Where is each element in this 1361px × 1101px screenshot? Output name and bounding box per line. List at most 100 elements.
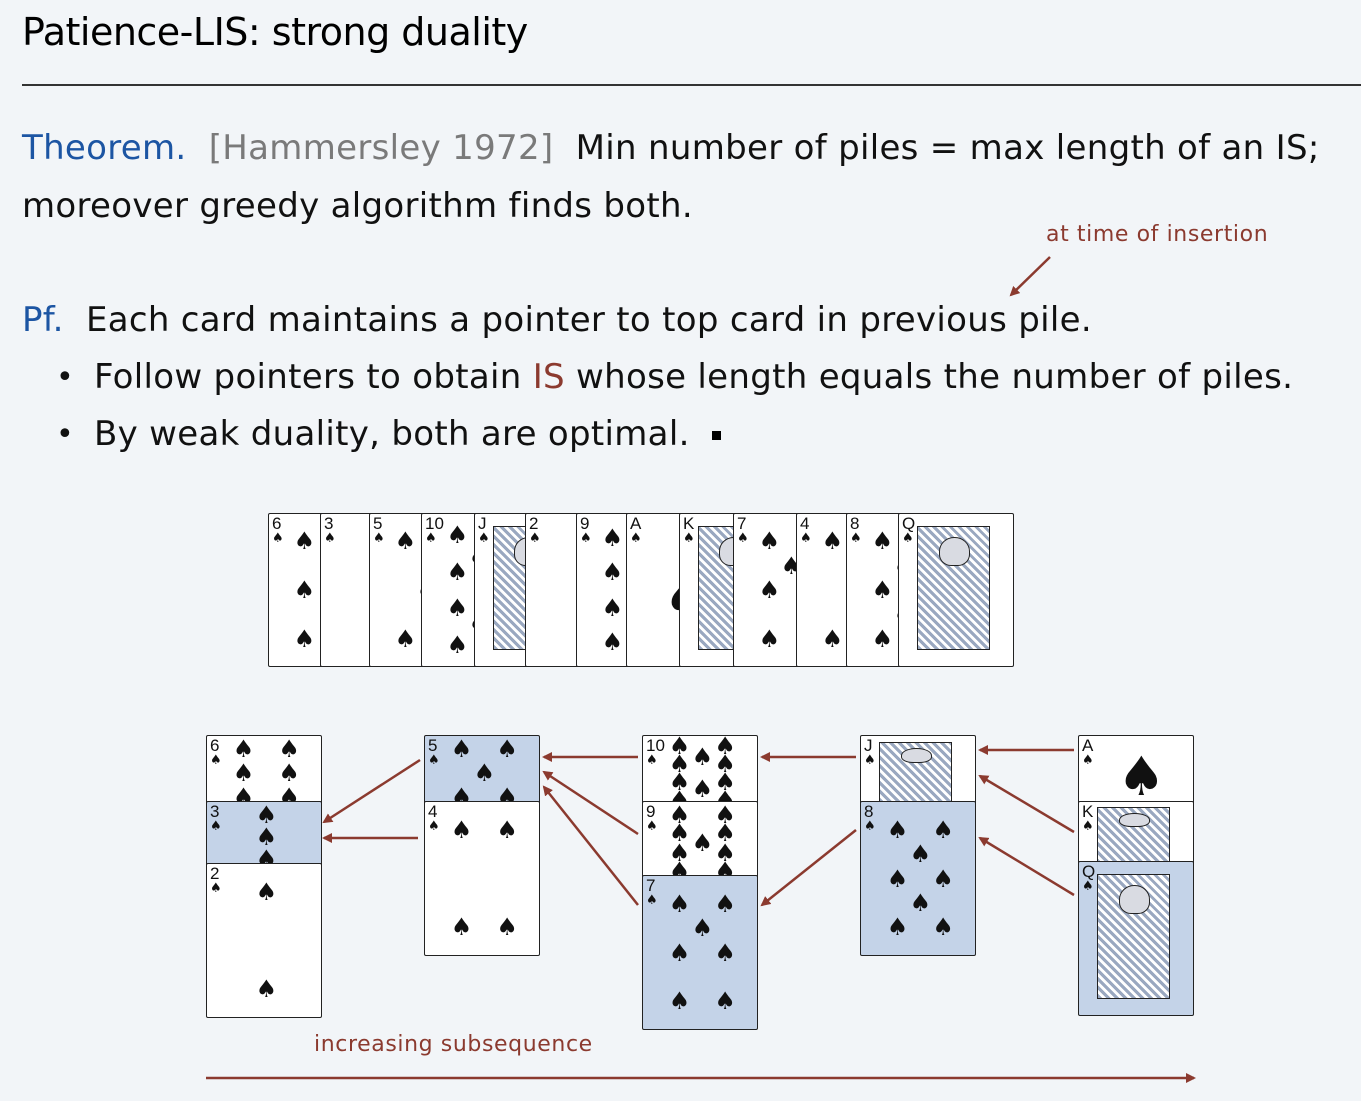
spade-icon: ♠ (871, 527, 894, 556)
spade-icon: ♠ (714, 889, 736, 918)
face-card-art-icon (917, 526, 990, 650)
card-8: 8♠♠♠♠♠♠♠♠♠ (860, 801, 976, 956)
spade-icon: ♠ (210, 819, 222, 834)
card-rank: 3 (210, 802, 220, 821)
card-rank: 8 (864, 802, 874, 821)
spade-icon: ♠ (850, 531, 862, 546)
spade-icon: ♠ (932, 864, 954, 893)
card-4: 4♠♠♠♠♠ (424, 801, 540, 956)
spade-icon: ♠ (864, 819, 876, 834)
card-rank: 2 (210, 864, 220, 883)
spade-icon: ♠ (886, 864, 909, 893)
spade-icon: ♠ (232, 735, 255, 764)
spade-icon: ♠ (800, 531, 812, 546)
card-rank: 7 (737, 514, 747, 533)
spade-icon: ♠ (864, 753, 876, 768)
spade-icon: ♠ (496, 735, 518, 764)
spade-icon: ♠ (691, 914, 714, 943)
spade-icon: ♠ (278, 759, 300, 787)
spade-icon: ♠ (646, 893, 658, 908)
spade-icon: ♠ (529, 531, 541, 546)
card-rank: 9 (580, 514, 590, 533)
spade-icon: ♠ (691, 742, 714, 771)
spade-icon: ♠ (255, 877, 278, 906)
card-rank: 2 (529, 514, 539, 533)
card-rank: 10 (646, 736, 665, 755)
spade-icon: ♠ (871, 576, 894, 604)
card-rank: J (864, 736, 873, 755)
card-rank: 10 (425, 514, 444, 533)
spade-icon: ♠ (909, 888, 932, 917)
spade-icon: ♠ (425, 531, 437, 546)
card-rank: Q (902, 514, 916, 533)
spade-icon: ♠ (446, 630, 469, 659)
spade-icon: ♠ (821, 527, 844, 556)
card-rank: Q (1082, 862, 1096, 881)
spade-icon: ♠ (737, 531, 749, 546)
spade-icon: ♠ (714, 938, 736, 967)
card-rank: 6 (210, 736, 220, 755)
spade-icon: ♠ (1082, 879, 1094, 894)
insertion-note-arrow (1009, 256, 1051, 297)
spade-icon: ♠ (272, 531, 284, 546)
card-rank: 5 (373, 514, 383, 533)
spade-icon: ♠ (601, 524, 624, 553)
arrow-q-to-8 (978, 836, 1075, 897)
card-6: 6♠♠♠♠♠♠♠ (206, 735, 322, 811)
card-rank: A (1082, 736, 1094, 755)
arrow-7-to-5 (542, 785, 639, 906)
spade-icon: ♠ (758, 576, 781, 604)
card-rank: 9 (646, 802, 656, 821)
card-rank: 4 (800, 514, 810, 533)
spade-icon: ♠ (278, 735, 300, 764)
card-7: 7♠♠♠♠♠♠♠♠ (642, 875, 758, 1030)
spade-icon: ♠ (932, 913, 954, 942)
spade-icon: ♠ (428, 753, 440, 768)
card-rank: 6 (272, 514, 282, 533)
spade-icon: ♠ (293, 576, 316, 604)
card-j: J ♠ (860, 735, 976, 811)
spade-icon: ♠ (450, 815, 473, 844)
spade-icon: ♠ (580, 531, 592, 546)
spade-icon: ♠ (601, 627, 624, 656)
spade-icon: ♠ (373, 531, 385, 546)
spade-icon: ♠ (646, 819, 658, 834)
spade-icon: ♠ (932, 815, 954, 844)
spade-icon: ♠ (630, 531, 642, 546)
face-head-icon (901, 747, 932, 763)
spade-icon: ♠ (1082, 753, 1094, 768)
spade-icon: ♠ (758, 527, 781, 556)
card-rank: 7 (646, 876, 656, 895)
spade-icon: ♠ (210, 881, 222, 896)
spade-icon: ♠ (902, 531, 914, 546)
card-rank: 8 (850, 514, 860, 533)
spade-icon: ♠ (450, 735, 473, 764)
spade-icon: ♠ (601, 557, 624, 586)
card-rank: J (478, 514, 487, 533)
card-a: A♠♠ (1078, 735, 1194, 811)
spade-icon: ♠ (668, 889, 691, 918)
arrow-5-to-3 (322, 758, 421, 824)
spade-icon: ♠ (394, 527, 417, 556)
spade-icon: ♠ (293, 527, 316, 556)
spade-icon: ♠ (446, 521, 469, 550)
spade-icon: ♠ (428, 819, 440, 834)
spade-icon: ♠ (210, 753, 222, 768)
spade-icon: ♠ (478, 531, 490, 546)
spade-icon: ♠ (324, 531, 336, 546)
card-9: 9♠♠♠♠♠♠♠♠♠♠ (642, 801, 758, 885)
spade-icon: ♠ (1082, 819, 1094, 834)
face-card-art-icon (879, 741, 952, 804)
spade-icon: ♠ (446, 594, 469, 623)
card-rank: 4 (428, 802, 438, 821)
spade-icon: ♠ (886, 815, 909, 844)
spade-icon: ♠ (691, 775, 714, 804)
spade-icon: ♠ (255, 975, 278, 1004)
card-rank: K (683, 514, 695, 533)
spade-icon: ♠ (683, 531, 695, 546)
spade-icon: ♠ (668, 987, 691, 1016)
spade-icon: ♠ (821, 624, 844, 653)
spade-icon: ♠ (450, 913, 473, 942)
face-card-art-icon (1097, 807, 1170, 864)
card-2: 2♠♠♠ (206, 863, 322, 1018)
